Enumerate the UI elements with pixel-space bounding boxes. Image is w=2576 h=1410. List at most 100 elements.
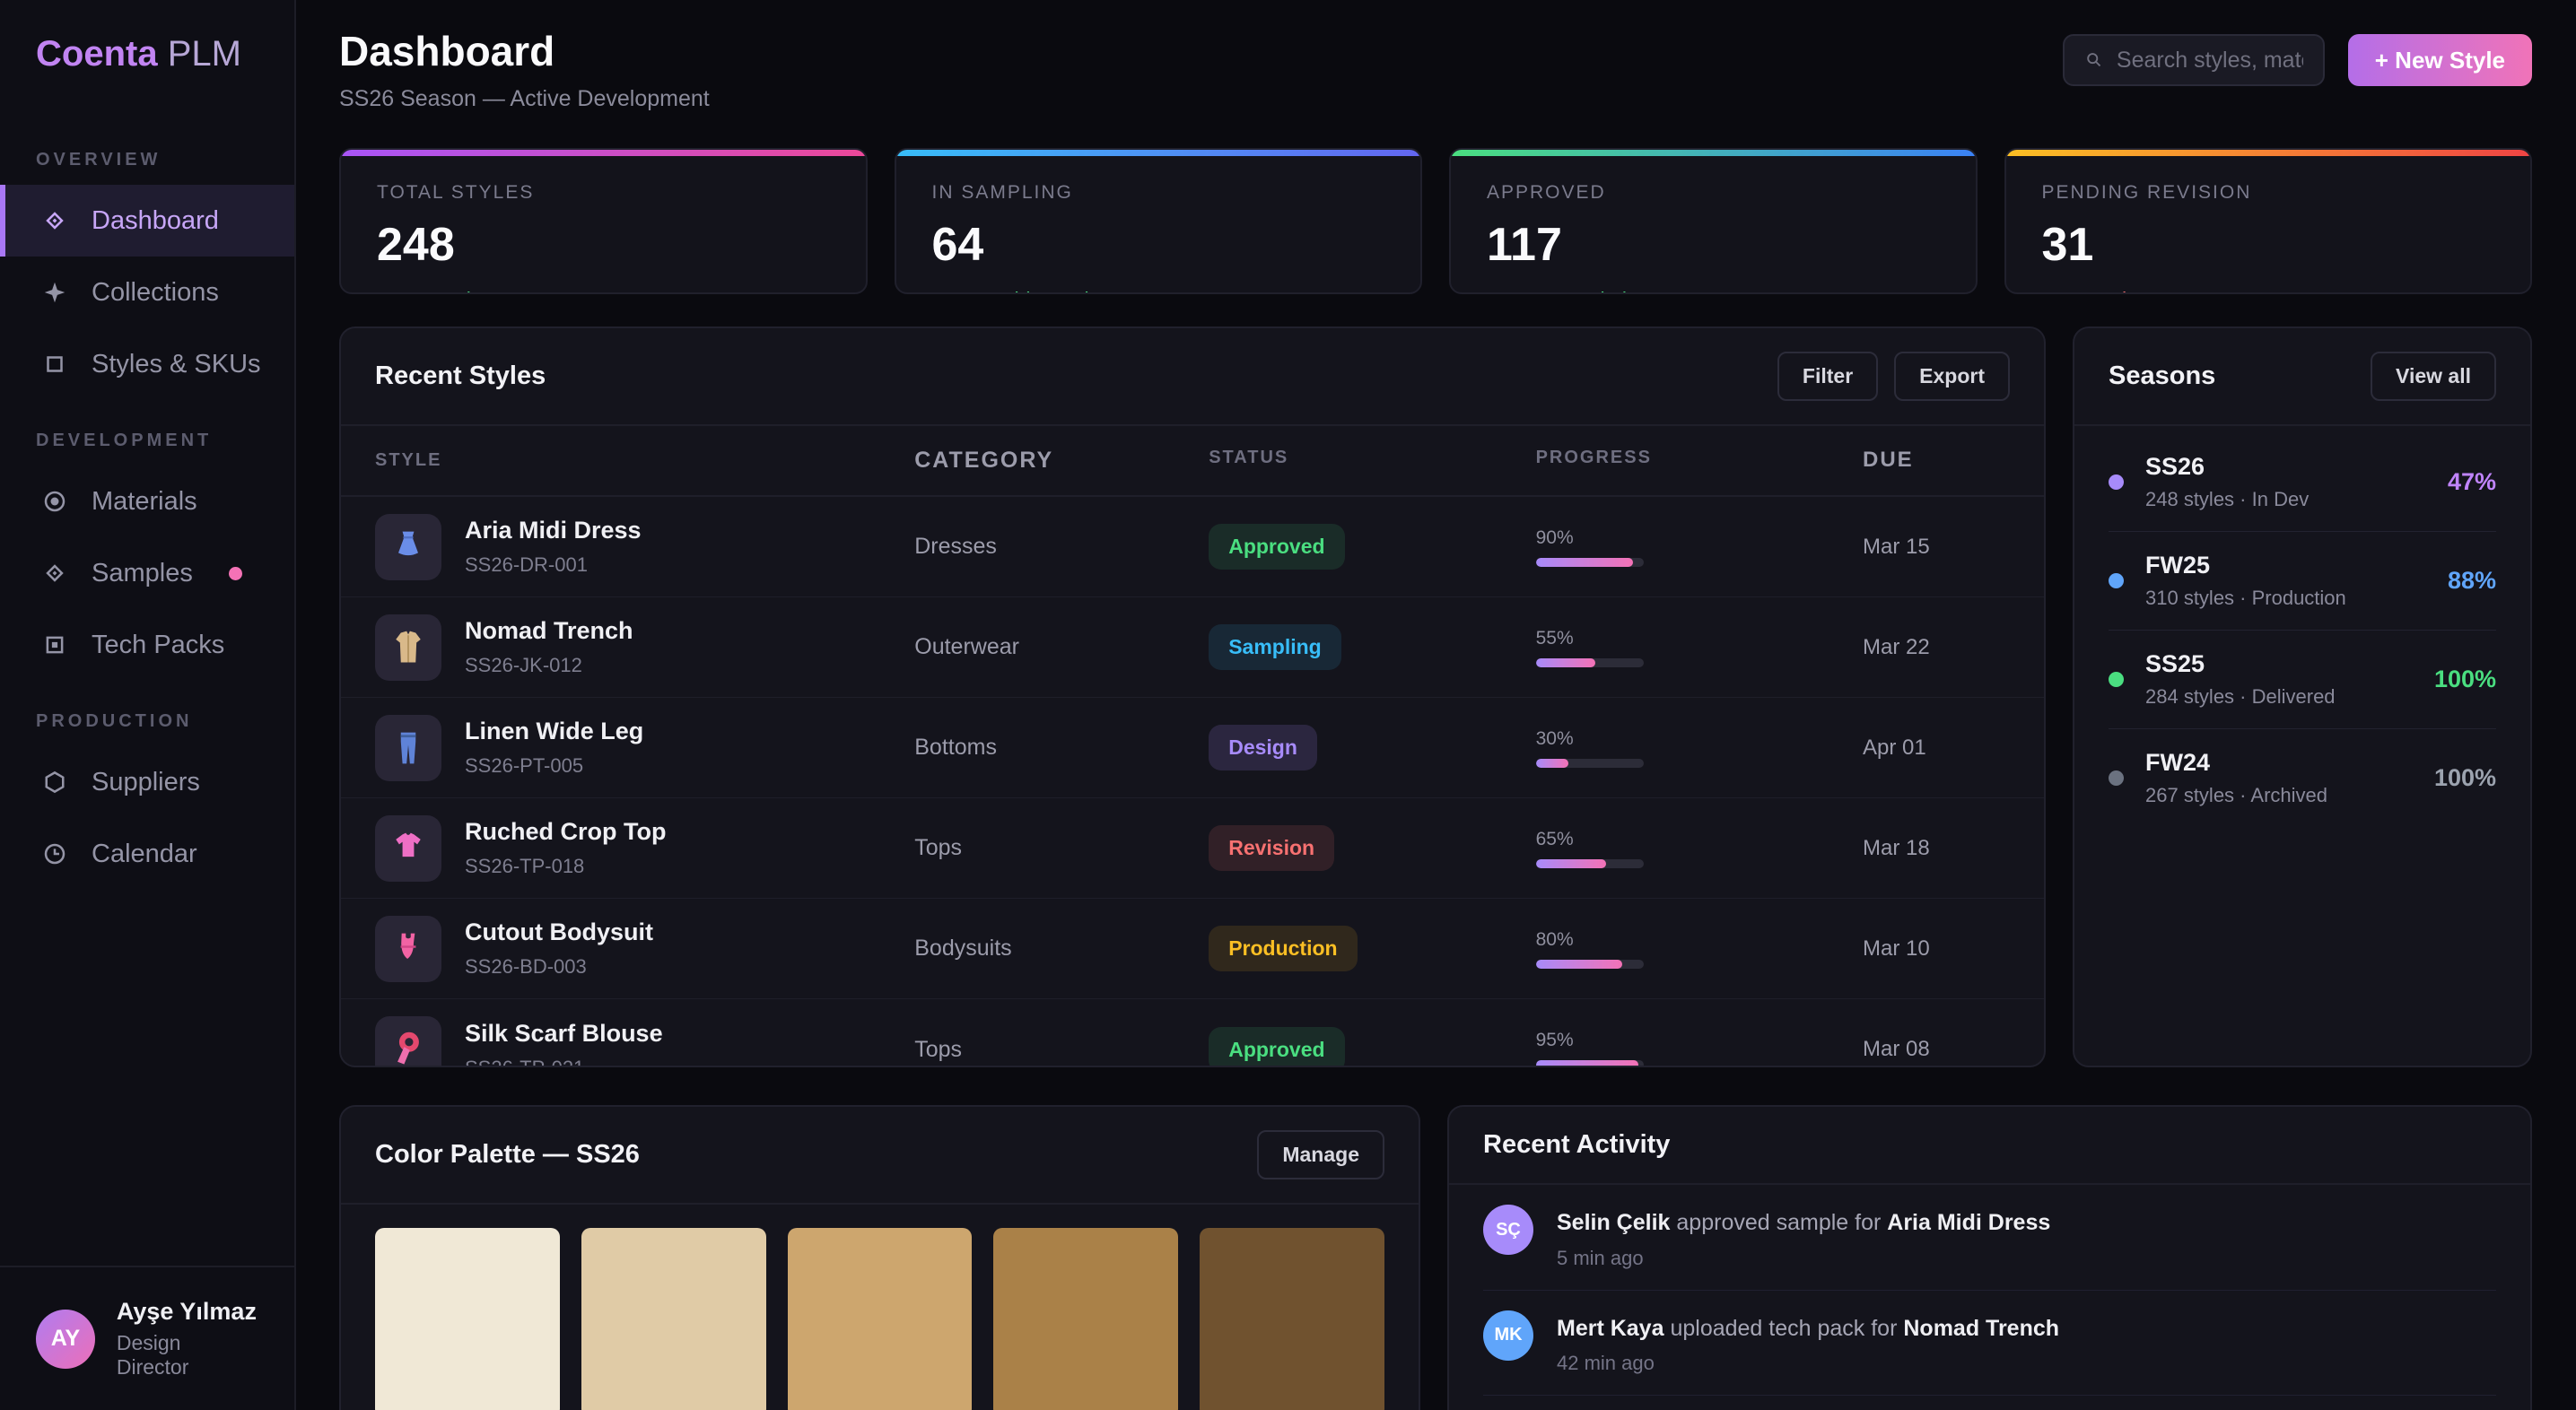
activity-text: Mert Kaya uploaded tech pack for Nomad T…: [1557, 1314, 2059, 1344]
style-code: SS26-TP-018: [465, 855, 666, 878]
style-code: SS26-BD-003: [465, 955, 653, 979]
styles-skus-icon: [41, 351, 68, 378]
season-item-ss26[interactable]: SS26 248 styles · In Dev 47%: [2109, 433, 2496, 532]
season-dot: [2109, 573, 2124, 588]
stat-card-accent-strip: [341, 150, 866, 156]
table-row[interactable]: Cutout Bodysuit SS26-BD-003 Bodysuits Pr…: [341, 899, 2044, 999]
dress-icon: [389, 527, 428, 567]
progress-bar: [1536, 960, 1644, 969]
activity-time: 5 min ago: [1557, 1247, 2050, 1270]
stat-value: 31: [2042, 218, 2495, 272]
activity-time: 42 min ago: [1557, 1352, 2059, 1375]
season-name: FW24: [2145, 749, 2327, 777]
season-dot: [2109, 672, 2124, 687]
season-percent: 47%: [2448, 468, 2496, 496]
sidebar-item-suppliers[interactable]: Suppliers: [0, 746, 294, 818]
sidebar-item-materials[interactable]: Materials: [0, 466, 294, 537]
samples-notification-dot: [229, 567, 242, 580]
style-thumbnail: [375, 514, 441, 580]
season-dot: [2109, 474, 2124, 490]
stat-card-accent-strip: [896, 150, 1421, 156]
table-row[interactable]: Silk Scarf Blouse SS26-TP-021 Tops Appro…: [341, 999, 2044, 1067]
status-badge: Production: [1209, 926, 1357, 971]
sidebar-nav: OVERVIEW Dashboard Collections Styles & …: [0, 119, 294, 1266]
color-swatch-tobacco[interactable]: [993, 1228, 1178, 1410]
color-swatch-sand[interactable]: [581, 1228, 766, 1410]
column-header-status: STATUS: [1209, 448, 1535, 474]
status-badge: Sampling: [1209, 624, 1341, 670]
style-code: SS26-JK-012: [465, 654, 633, 677]
export-button[interactable]: Export: [1894, 352, 2010, 401]
stat-label: PENDING REVISION: [2042, 182, 2495, 204]
sidebar-item-dashboard[interactable]: Dashboard: [0, 185, 294, 257]
nav-section-production: PRODUCTION: [0, 681, 294, 746]
color-palette-panel: Color Palette — SS26 Manage Ivory Sand C…: [339, 1105, 1420, 1410]
style-code: SS26-PT-005: [465, 754, 643, 778]
nav-section-development: DEVELOPMENT: [0, 400, 294, 466]
search-input[interactable]: [2117, 48, 2303, 74]
table-row[interactable]: Linen Wide Leg SS26-PT-005 Bottoms Desig…: [341, 698, 2044, 798]
seasons-panel: Seasons View all SS26 248 styles · In De…: [2073, 326, 2532, 1067]
view-all-button[interactable]: View all: [2371, 352, 2496, 401]
main-content: Dashboard SS26 Season — Active Developme…: [296, 0, 2576, 1410]
manage-button[interactable]: Manage: [1257, 1130, 1384, 1179]
status-badge: Approved: [1209, 1027, 1344, 1068]
style-thumbnail: [375, 715, 441, 781]
sidebar-item-tech-packs[interactable]: Tech Packs: [0, 609, 294, 681]
sidebar-item-collections[interactable]: Collections: [0, 257, 294, 328]
table-row[interactable]: Aria Midi Dress SS26-DR-001 Dresses Appr…: [341, 497, 2044, 597]
recent-styles-panel: Recent Styles Filter Export STYLE CATEGO…: [339, 326, 2046, 1067]
user-profile[interactable]: AY Ayşe Yılmaz Design Director: [0, 1266, 294, 1410]
table-row[interactable]: Ruched Crop Top SS26-TP-018 Tops Revisio…: [341, 798, 2044, 899]
style-name: Nomad Trench: [465, 617, 633, 645]
due-date: Mar 08: [1863, 1037, 2010, 1062]
progress-percent: 95%: [1536, 1030, 1863, 1051]
style-code: SS26-TP-021: [465, 1057, 663, 1068]
sidebar-item-calendar[interactable]: Calendar: [0, 818, 294, 890]
column-header-style: STYLE: [375, 448, 914, 474]
season-item-fw25[interactable]: FW25 310 styles · Production 88%: [2109, 532, 2496, 631]
sidebar-item-styles-skus[interactable]: Styles & SKUs: [0, 328, 294, 400]
season-subtitle: 248 styles · In Dev: [2145, 488, 2309, 511]
season-name: SS26: [2145, 453, 2309, 481]
stat-delta: ↑ 8 new this week: [932, 288, 1385, 294]
color-palette-title: Color Palette — SS26: [375, 1140, 640, 1170]
progress-bar: [1536, 1060, 1644, 1067]
color-swatch-ivory[interactable]: [375, 1228, 560, 1410]
brand-suffix: PLM: [168, 34, 241, 74]
search-box: [2063, 34, 2325, 86]
topbar: Dashboard SS26 Season — Active Developme…: [339, 27, 2532, 112]
season-item-fw24[interactable]: FW24 267 styles · Archived 100%: [2109, 729, 2496, 827]
activity-item: EY Ece Yıldız requested revision on Ruch…: [1483, 1396, 2496, 1410]
style-category: Tops: [914, 835, 1209, 861]
table-row[interactable]: Nomad Trench SS26-JK-012 Outerwear Sampl…: [341, 597, 2044, 698]
progress-bar: [1536, 759, 1644, 768]
due-date: Mar 22: [1863, 635, 2010, 660]
stat-delta: ↑ 12% vs last season: [377, 288, 830, 294]
color-swatch-camel[interactable]: [788, 1228, 973, 1410]
user-role: Design Director: [117, 1331, 258, 1380]
status-badge: Revision: [1209, 825, 1334, 871]
user-name: Ayşe Yılmaz: [117, 1298, 258, 1326]
samples-icon: [41, 560, 68, 587]
brand-name: Coenta: [36, 34, 158, 74]
sidebar-item-label: Samples: [92, 559, 193, 588]
sidebar-item-samples[interactable]: Samples: [0, 537, 294, 609]
progress-bar: [1536, 658, 1644, 667]
style-name: Linen Wide Leg: [465, 718, 643, 745]
activity-item: MK Mert Kaya uploaded tech pack for Noma…: [1483, 1291, 2496, 1397]
season-item-ss25[interactable]: SS25 284 styles · Delivered 100%: [2109, 631, 2496, 729]
progress-percent: 55%: [1536, 628, 1863, 649]
column-header-due: DUE: [1863, 448, 2010, 474]
season-dot: [2109, 770, 2124, 786]
stat-card-total-styles: TOTAL STYLES 248 ↑ 12% vs last season: [339, 148, 868, 294]
season-subtitle: 310 styles · Production: [2145, 587, 2346, 610]
recent-styles-title: Recent Styles: [375, 361, 546, 391]
color-swatch-espresso[interactable]: [1200, 1228, 1384, 1410]
search-icon: [2084, 48, 2104, 72]
stat-label: APPROVED: [1487, 182, 1940, 204]
filter-button[interactable]: Filter: [1777, 352, 1878, 401]
new-style-button[interactable]: + New Style: [2348, 34, 2532, 86]
style-thumbnail: [375, 916, 441, 982]
page-title: Dashboard: [339, 27, 710, 75]
